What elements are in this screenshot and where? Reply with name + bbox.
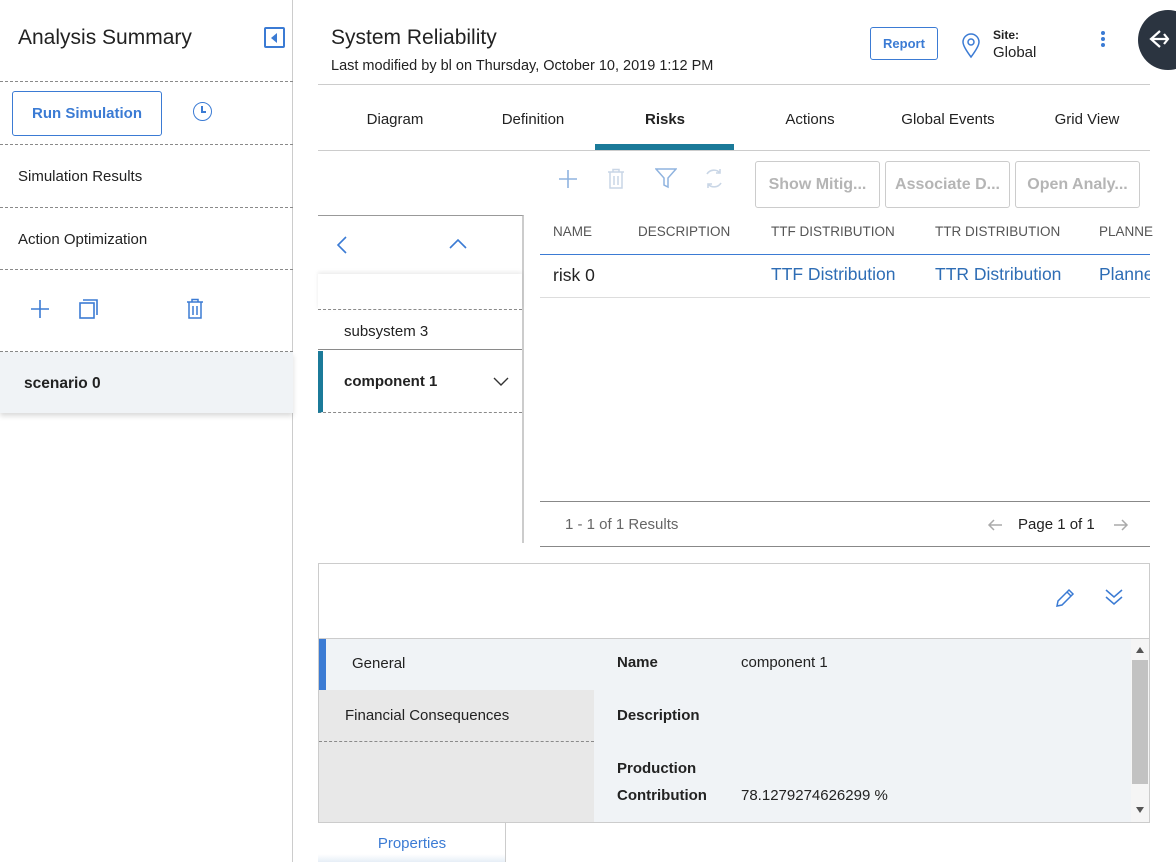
section-financial[interactable]: Financial Consequences [319,691,594,742]
name-value: component 1 [741,654,828,671]
analysis-summary-title: Analysis Summary [18,26,192,49]
active-tab-indicator [595,144,734,150]
column-header-name[interactable]: NAME [553,224,592,239]
planned-link[interactable]: Planne [1099,264,1150,285]
production-contribution-value: 78.1279274626299 % [741,787,888,804]
scenario-row[interactable]: scenario 0 [0,352,293,413]
site-label: Site: [993,28,1020,42]
tab-global-events[interactable]: Global Events [900,111,996,128]
site-value[interactable]: Global [993,44,1036,61]
tab-risks[interactable]: Risks [636,111,694,128]
add-scenario-icon[interactable] [30,299,50,319]
next-page-icon[interactable] [1113,518,1129,532]
chevron-up-icon[interactable] [448,238,468,250]
divider [0,207,293,208]
open-analysis-button[interactable]: Open Analy... [1015,161,1140,208]
ttr-distribution-link[interactable]: TTR Distribution [935,264,1061,285]
last-modified-text: Last modified by bl on Thursday, October… [331,58,714,74]
section-label: Financial Consequences [345,707,510,724]
refresh-icon[interactable] [703,168,725,189]
copy-scenario-icon[interactable] [78,298,100,320]
page-indicator: Page 1 of 1 [1018,516,1095,533]
footer-bottom-border [540,546,1150,547]
asset-tree: subsystem 3 component 1 [318,215,524,543]
section-general[interactable]: General [319,639,594,690]
column-header-ttr[interactable]: TTR DISTRIBUTION [935,224,1060,239]
location-pin-icon [962,33,980,59]
chevron-down-icon[interactable] [493,377,509,387]
divider [0,144,293,145]
delete-risk-icon[interactable] [607,168,625,189]
column-header-planned[interactable]: PLANNE [1099,224,1153,239]
scroll-up-icon[interactable] [1136,647,1144,653]
results-count: 1 - 1 of 1 Results [565,516,679,533]
main-pane: System Reliability Last modified by bl o… [293,0,1176,862]
tab-grid-view[interactable]: Grid View [1052,111,1122,128]
tab-diagram[interactable]: Diagram [366,111,424,128]
exit-icon [1149,30,1170,48]
analysis-summary-pane: Analysis Summary Run Simulation Simulati… [0,0,293,862]
production-label: Production [617,760,697,777]
contribution-label: Contribution [617,787,707,804]
tab-properties[interactable]: Properties [318,823,506,862]
divider [0,269,293,270]
collapse-pane-button[interactable] [264,27,285,48]
edit-pencil-icon[interactable] [1055,588,1075,608]
section-label: General [352,655,406,672]
prev-page-icon[interactable] [987,518,1003,532]
column-header-description[interactable]: DESCRIPTION [638,224,730,239]
tab-bar: Diagram Definition Risks Actions Global … [318,84,1150,151]
divider [0,81,293,82]
scrollbar[interactable] [1131,639,1149,822]
corner-nav-button[interactable] [1138,10,1176,70]
show-mitigation-button[interactable]: Show Mitig... [755,161,880,208]
more-options-icon[interactable] [1100,31,1106,49]
add-risk-icon[interactable] [558,169,578,189]
scenario-label: scenario 0 [24,375,101,392]
scroll-thumb[interactable] [1132,660,1148,784]
description-label: Description [617,707,700,724]
history-clock-icon[interactable] [193,102,212,121]
filter-icon[interactable] [655,168,677,189]
footer-top-border [540,501,1150,502]
back-icon[interactable] [336,235,348,255]
column-header-ttf[interactable]: TTF DISTRIBUTION [771,224,895,239]
report-button[interactable]: Report [870,27,938,60]
action-optimization-link[interactable]: Action Optimization [0,231,293,248]
properties-tab-label: Properties [377,835,447,852]
collapse-double-chevron-icon[interactable] [1104,588,1124,606]
simulation-results-link[interactable]: Simulation Results [0,168,293,185]
run-simulation-button[interactable]: Run Simulation [12,91,162,136]
tree-item-subsystem[interactable]: subsystem 3 [318,312,522,350]
ttf-distribution-link[interactable]: TTF Distribution [771,264,895,285]
tab-definition[interactable]: Definition [498,111,568,128]
page-title: System Reliability [331,26,497,49]
tree-item-label: component 1 [344,373,438,390]
tree-item-label: subsystem 3 [344,323,429,340]
tab-actions[interactable]: Actions [778,111,842,128]
tree-item-component[interactable]: component 1 [318,351,522,413]
risk-name-cell: risk 0 [553,265,595,285]
tree-row-empty [318,274,522,310]
delete-scenario-icon[interactable] [186,298,204,319]
scroll-down-icon[interactable] [1136,807,1144,813]
details-panel: General Financial Consequences Name comp… [318,563,1150,823]
associate-button[interactable]: Associate D... [885,161,1010,208]
name-label: Name [617,654,658,671]
